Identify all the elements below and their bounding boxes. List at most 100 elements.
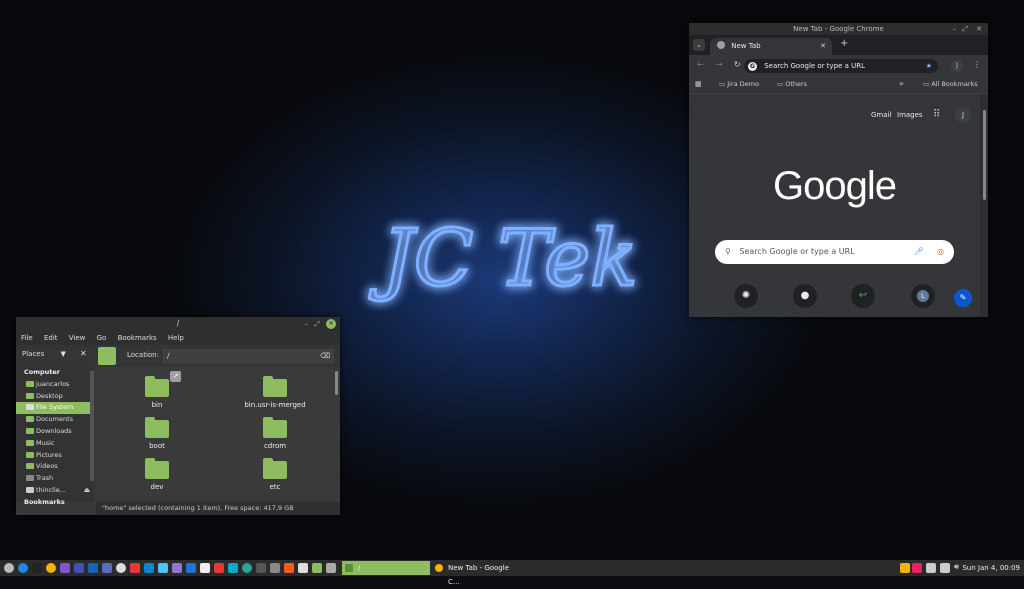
- whatsapp-icon[interactable]: [242, 563, 252, 573]
- tab-new-tab[interactable]: New Tab ✕: [710, 38, 832, 55]
- teams-icon[interactable]: [74, 563, 84, 573]
- shortcut-openai-icon[interactable]: ✺: [734, 284, 758, 308]
- taskbar-window-chrome[interactable]: New Tab - Google C...: [432, 561, 522, 586]
- network-icon[interactable]: [940, 563, 950, 573]
- taskbar-window-file-manager[interactable]: /: [342, 561, 430, 575]
- file-manager-window[interactable]: / – ⤢ ✕ File Edit View Go Bookmarks Help…: [16, 317, 340, 515]
- shield-icon[interactable]: [926, 563, 936, 573]
- more-bookmarks-icon[interactable]: »: [899, 79, 904, 88]
- forward-icon[interactable]: →: [716, 60, 723, 69]
- menu-go[interactable]: Go: [97, 334, 107, 342]
- scrollbar[interactable]: [980, 94, 988, 317]
- google-search-box[interactable]: ⚲ Search Google or type a URL 🎤︎ ◎: [715, 240, 954, 264]
- sidebar-item-file-system[interactable]: File System: [16, 402, 94, 415]
- images-link[interactable]: Images: [897, 111, 923, 119]
- teams-alt-icon[interactable]: [102, 563, 112, 573]
- shortcut-github-icon[interactable]: ●: [793, 284, 817, 308]
- clock[interactable]: Sun Jan 4, 00:09: [962, 560, 1020, 576]
- vpn-icon[interactable]: [200, 563, 210, 573]
- menu-file[interactable]: File: [21, 334, 33, 342]
- tab-search-chevron-icon[interactable]: ⌄: [693, 39, 705, 51]
- folder-bin[interactable]: ↗ bin: [112, 371, 202, 409]
- red-app-icon[interactable]: [214, 563, 224, 573]
- settings-icon[interactable]: [116, 563, 126, 573]
- bookmark-star-icon[interactable]: ★: [926, 59, 932, 73]
- folder-bin-usr-is-merged[interactable]: bin.usr-is-merged: [230, 376, 320, 409]
- orange-app-icon[interactable]: [284, 563, 294, 573]
- gray-app-icon[interactable]: [326, 563, 336, 573]
- close-icon[interactable]: ✕: [976, 23, 982, 35]
- cloud-icon[interactable]: [158, 563, 168, 573]
- maximize-icon[interactable]: ⤢: [962, 23, 968, 35]
- doc-app-icon[interactable]: [298, 563, 308, 573]
- vs-icon[interactable]: [60, 563, 70, 573]
- reload-icon[interactable]: ↻: [734, 60, 741, 69]
- window-app-icon[interactable]: [256, 563, 266, 573]
- bookmark-others[interactable]: ▭ Others: [777, 80, 807, 88]
- close-icon[interactable]: ✕: [326, 319, 336, 329]
- menu-view[interactable]: View: [69, 334, 86, 342]
- back-icon[interactable]: ←: [697, 60, 704, 69]
- sidebar-item-pictures[interactable]: Pictures: [16, 450, 94, 462]
- folder-boot[interactable]: boot: [112, 417, 202, 450]
- profile-avatar[interactable]: J: [951, 60, 963, 72]
- sidebar-item-videos[interactable]: Videos: [16, 461, 94, 473]
- omnibox[interactable]: G Search Google or type a URL ★: [744, 59, 938, 73]
- menu-bookmarks[interactable]: Bookmarks: [118, 334, 157, 342]
- sidebar-item-music[interactable]: Music: [16, 438, 94, 450]
- sidebar-item-trash[interactable]: Trash: [16, 473, 94, 485]
- dark-app-icon[interactable]: [32, 563, 42, 573]
- sidebar-item-downloads[interactable]: Downloads: [16, 426, 94, 438]
- vscode-icon[interactable]: [186, 563, 196, 573]
- voice-search-mic-icon[interactable]: 🎤︎: [914, 240, 924, 264]
- eject-icon[interactable]: ⏏: [84, 485, 90, 497]
- sidebar-scrollbar[interactable]: [90, 371, 94, 481]
- chrome-launcher-icon[interactable]: [46, 563, 56, 573]
- menu-edit[interactable]: Edit: [44, 334, 58, 342]
- apps-grid-icon[interactable]: ▦: [695, 80, 702, 88]
- gmail-link[interactable]: Gmail: [871, 111, 891, 119]
- bookmark-jira-demo[interactable]: ▭ Jira Demo: [719, 80, 759, 88]
- folder-etc[interactable]: etc: [230, 458, 320, 491]
- new-tab-plus-icon[interactable]: +: [840, 38, 848, 49]
- kebab-menu-icon[interactable]: ⋮: [973, 60, 981, 69]
- places-dropdown[interactable]: Places ▼: [22, 350, 66, 358]
- minimize-icon[interactable]: –: [953, 23, 957, 35]
- tray-icon[interactable]: [900, 563, 910, 573]
- minimize-icon[interactable]: –: [305, 317, 309, 331]
- outlook-icon[interactable]: [88, 563, 98, 573]
- tray-app-icon[interactable]: [912, 563, 922, 573]
- google-apps-icon[interactable]: ⠿: [933, 109, 940, 120]
- cyan-app-icon[interactable]: [228, 563, 238, 573]
- location-input[interactable]: / ⌫: [163, 349, 334, 363]
- sidebar-item-desktop[interactable]: Desktop: [16, 391, 94, 403]
- clear-location-icon[interactable]: ⌫: [320, 349, 330, 363]
- terminal-icon[interactable]: [270, 563, 280, 573]
- files-icon[interactable]: [312, 563, 322, 573]
- edit-location-toggle-icon[interactable]: [98, 347, 116, 365]
- tab-close-icon[interactable]: ✕: [820, 38, 826, 55]
- file-manager-titlebar[interactable]: / – ⤢ ✕: [16, 317, 340, 331]
- shortcut-green-arrow-icon[interactable]: ↩: [851, 284, 875, 308]
- sidebar-item-documents[interactable]: Documents: [16, 414, 94, 426]
- chrome-window[interactable]: New Tab - Google Chrome – ⤢ ✕ ⌄ New Tab …: [689, 23, 988, 317]
- sidebar-item-home[interactable]: juancarlos: [16, 379, 94, 391]
- menu-icon[interactable]: [4, 563, 14, 573]
- onedrive-icon[interactable]: [144, 563, 154, 573]
- all-bookmarks[interactable]: ▭ All Bookmarks: [923, 80, 978, 88]
- sidebar-item-thinclient[interactable]: thinclie... ⏏: [16, 485, 94, 497]
- account-avatar[interactable]: J: [955, 107, 971, 123]
- maximize-icon[interactable]: ⤢: [314, 317, 320, 331]
- volume-icon[interactable]: 🔊︎: [954, 562, 959, 572]
- folder-cdrom[interactable]: cdrom: [230, 417, 320, 450]
- folder-dev[interactable]: dev: [112, 458, 202, 491]
- purple-app-icon[interactable]: [172, 563, 182, 573]
- google-lens-icon[interactable]: ◎: [937, 240, 944, 264]
- edge-icon[interactable]: [18, 563, 28, 573]
- menu-help[interactable]: Help: [168, 334, 184, 342]
- shortcut-l[interactable]: L: [911, 284, 935, 308]
- customize-pencil-icon[interactable]: ✎: [954, 289, 972, 307]
- iconview-scrollbar-thumb[interactable]: [335, 371, 338, 395]
- scrollbar-thumb[interactable]: [982, 110, 986, 200]
- gmail-icon[interactable]: [130, 563, 140, 573]
